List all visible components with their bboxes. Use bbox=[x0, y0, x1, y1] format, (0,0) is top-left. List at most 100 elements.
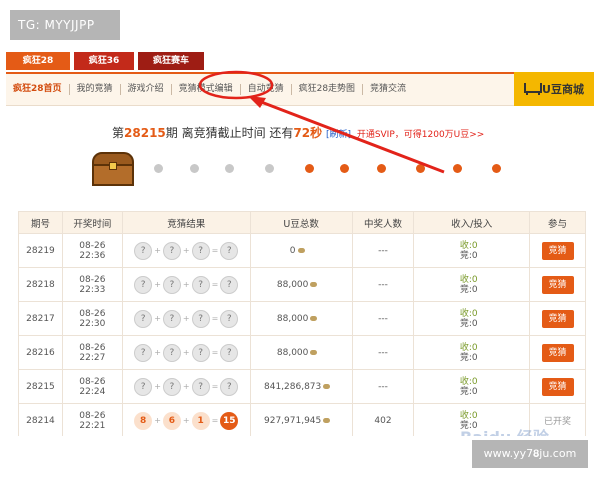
progress-dot bbox=[492, 164, 501, 173]
time-cell: 08-26 22:21 bbox=[61, 403, 123, 436]
coin-icon bbox=[310, 281, 318, 287]
current-period: 28215 bbox=[124, 126, 166, 140]
coin-icon bbox=[310, 349, 318, 355]
result-ball: ? bbox=[134, 275, 153, 294]
pool-cell: 88,000 bbox=[249, 301, 353, 336]
countdown-seconds: 72 bbox=[293, 126, 311, 140]
bet-value: 竞:0 bbox=[459, 318, 478, 329]
col-result: 竞猜结果 bbox=[121, 211, 251, 234]
result-cell: ? +? +? =? bbox=[121, 335, 251, 370]
period-cell: 28215 bbox=[18, 369, 63, 404]
result-ball: ? bbox=[191, 377, 210, 396]
progress-dot bbox=[340, 164, 349, 173]
action-cell: 竞猜 bbox=[529, 369, 586, 404]
draw-time: 22:36 bbox=[79, 250, 106, 261]
headline-prefix: 第 bbox=[112, 126, 125, 140]
result-ball: 15 bbox=[220, 411, 239, 430]
mall-button[interactable]: U豆商城 bbox=[514, 72, 594, 106]
refresh-link[interactable]: [刷新] bbox=[326, 130, 351, 140]
pool-cell: 927,971,945 bbox=[249, 403, 353, 436]
time-cell: 08-26 22:33 bbox=[61, 267, 123, 302]
winners-cell: 402 bbox=[351, 403, 415, 436]
col-period: 期号 bbox=[18, 211, 63, 234]
pool-value: 88,000 bbox=[276, 347, 309, 358]
period-cell: 28216 bbox=[18, 335, 63, 370]
nav-discussion[interactable]: 竞猜交流 bbox=[363, 84, 413, 95]
progress-dot bbox=[154, 164, 163, 173]
plus-sign: + bbox=[182, 280, 190, 289]
bet-button[interactable]: 竞猜 bbox=[541, 343, 574, 362]
draw-time: 22:24 bbox=[79, 386, 106, 397]
result-ball: 1 bbox=[191, 411, 210, 430]
result-ball: ? bbox=[162, 309, 181, 328]
equals-sign: = bbox=[211, 348, 219, 357]
bet-button[interactable]: 竞猜 bbox=[541, 377, 574, 396]
income-cell: 收:0 竞:0 bbox=[413, 233, 531, 268]
equals-sign: = bbox=[211, 382, 219, 391]
plus-sign: + bbox=[182, 314, 190, 323]
tab-crazy-racing[interactable]: 疯狂赛车 bbox=[138, 52, 204, 70]
action-cell: 竞猜 bbox=[529, 301, 586, 336]
draw-date: 08-26 bbox=[79, 240, 106, 251]
draw-time: 22:33 bbox=[79, 284, 106, 295]
result-ball: ? bbox=[191, 309, 210, 328]
income-value: 收:0 bbox=[459, 308, 478, 319]
result-ball: ? bbox=[220, 377, 239, 396]
plus-sign: + bbox=[154, 416, 161, 425]
nav-mode-edit[interactable]: 竞猜模式编辑 bbox=[172, 84, 241, 95]
tab-crazy-28[interactable]: 疯狂28 bbox=[6, 52, 70, 70]
tab-crazy-36[interactable]: 疯狂36 bbox=[74, 52, 134, 70]
table-row: 28219 08-26 22:36? +? +? =? 0 --- 收:0 竞:0 竞猜 bbox=[18, 233, 586, 268]
col-income: 收入/投入 bbox=[413, 211, 531, 234]
top-left-tag: TG: MYYJJPP bbox=[10, 10, 120, 40]
progress-dot bbox=[453, 164, 462, 173]
nav-trend-chart[interactable]: 疯狂28走势图 bbox=[292, 84, 364, 95]
coin-icon bbox=[310, 315, 318, 321]
nav-home[interactable]: 疯狂28首页 bbox=[6, 84, 70, 95]
progress-dot bbox=[416, 164, 425, 173]
pool-value: 88,000 bbox=[276, 313, 309, 324]
draw-time: 22:30 bbox=[79, 318, 106, 329]
progress-dots bbox=[148, 164, 508, 174]
result-ball: ? bbox=[162, 343, 181, 362]
nav-auto-bet[interactable]: 自动竞猜 bbox=[241, 84, 292, 95]
result-ball: ? bbox=[220, 309, 239, 328]
income-value: 收:0 bbox=[459, 410, 478, 421]
winners-cell: --- bbox=[351, 369, 415, 404]
nav-game-intro[interactable]: 游戏介绍 bbox=[121, 84, 172, 95]
cart-icon bbox=[524, 83, 543, 95]
period-cell: 28214 bbox=[18, 403, 63, 436]
plus-sign: + bbox=[154, 280, 161, 289]
pool-cell: 0 bbox=[249, 233, 353, 268]
action-cell: 竞猜 bbox=[529, 335, 586, 370]
bet-button[interactable]: 竞猜 bbox=[541, 275, 574, 294]
bet-button[interactable]: 竞猜 bbox=[541, 241, 574, 260]
income-cell: 收:0 竞:0 bbox=[413, 369, 531, 404]
time-cell: 08-26 22:30 bbox=[61, 301, 123, 336]
bet-button[interactable]: 竞猜 bbox=[541, 309, 574, 328]
time-cell: 08-26 22:36 bbox=[61, 233, 123, 268]
pool-cell: 841,286,873 bbox=[249, 369, 353, 404]
period-cell: 28217 bbox=[18, 301, 63, 336]
result-cell: ? +? +? =? bbox=[121, 267, 251, 302]
table-row: 28217 08-26 22:30? +? +? =? 88,000 --- 收:0 竞:0 竞猜 bbox=[18, 301, 586, 336]
result-ball: ? bbox=[220, 275, 239, 294]
pool-value: 0 bbox=[289, 245, 296, 256]
plus-sign: + bbox=[154, 314, 161, 323]
winners-cell: --- bbox=[351, 267, 415, 302]
time-cell: 08-26 22:27 bbox=[61, 335, 123, 370]
income-cell: 收:0 竞:0 bbox=[413, 335, 531, 370]
nav-my-bets[interactable]: 我的竞猜 bbox=[70, 84, 121, 95]
progress-dot bbox=[190, 164, 199, 173]
plus-sign: + bbox=[182, 416, 190, 425]
result-ball: ? bbox=[134, 241, 153, 260]
income-value: 收:0 bbox=[459, 240, 478, 251]
result-ball: ? bbox=[134, 377, 153, 396]
equals-sign: = bbox=[211, 416, 219, 425]
svip-promo-link[interactable]: 开通SVIP，可得1200万U豆>> bbox=[357, 130, 485, 140]
progress-dot bbox=[377, 164, 386, 173]
result-ball: ? bbox=[220, 241, 239, 260]
col-pool: U豆总数 bbox=[249, 211, 353, 234]
plus-sign: + bbox=[182, 246, 190, 255]
winners-cell: --- bbox=[351, 233, 415, 268]
